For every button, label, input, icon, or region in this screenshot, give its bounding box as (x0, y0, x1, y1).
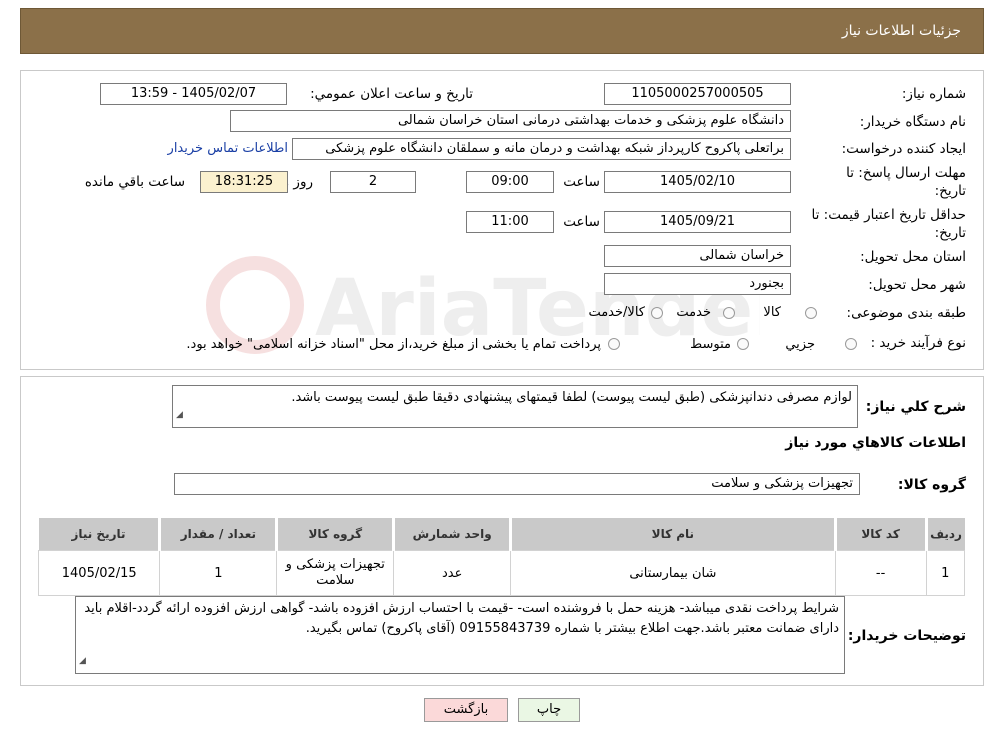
cell-goods-group: تجهيزات پزشکی و سلامت (276, 550, 395, 596)
remaining-label: ساعت باقي مانده (84, 174, 185, 190)
buyer-notes-label: توضيحات خريدار: (847, 628, 966, 644)
category-goods-label: کالا (763, 305, 781, 320)
deadline-label: مهلت ارسال پاسخ: تا تاريخ: (846, 165, 966, 199)
category-goods-service-label: کالا/خدمت (588, 305, 645, 320)
buyer-notes-text: شرایط پرداخت نقدی میباشد- هزینه حمل با ف… (84, 601, 839, 636)
process-treasury-checkbox[interactable] (608, 338, 620, 350)
cell-row-number: 1 (925, 550, 966, 596)
buyer-notes-textarea: شرایط پرداخت نقدی میباشد- هزینه حمل با ف… (75, 596, 845, 674)
category-service-label: خدمت (676, 305, 711, 320)
col-unit: واحد شمارش (392, 518, 511, 551)
items-section-title: اطلاعات کالاهاي مورد نياز (785, 435, 966, 451)
buyer-org-label: نام دستگاه خريدار: (859, 114, 966, 130)
validity-time-label: ساعت (563, 214, 600, 230)
col-goods-code: کد کالا (833, 518, 927, 551)
items-table: رديف کد کالا نام کالا واحد شمارش گروه کا… (37, 518, 966, 596)
requester-label: ايجاد کننده درخواست: (841, 141, 966, 157)
process-minor-radio[interactable] (845, 338, 857, 350)
cell-goods-code: -- (834, 550, 927, 596)
description-text: لوازم مصرفی دندانپزشکی (طبق لیست پیوست) … (291, 390, 852, 405)
announce-field: 1405/02/07 - 13:59 (100, 83, 287, 105)
deadline-time-label: ساعت (563, 174, 600, 190)
days-field: 2 (330, 171, 416, 193)
resize-grip-icon[interactable]: ◢ (79, 651, 86, 671)
back-button[interactable]: بازگشت (424, 698, 508, 722)
page-header: جزئيات اطلاعات نياز (20, 8, 984, 54)
process-note: پرداخت تمام يا بخشی از مبلغ خريد،از محل … (186, 337, 601, 352)
cell-unit: عدد (393, 550, 512, 596)
requester-field: براتعلی پاکروح کارپرداز شبکه بهداشت و در… (292, 138, 791, 160)
validity-time-field: 11:00 (466, 211, 554, 233)
col-quantity: تعداد / مقدار (158, 518, 277, 551)
resize-grip-icon[interactable]: ◢ (176, 405, 183, 425)
process-medium-label: متوسط (690, 337, 731, 352)
category-goods-service-radio[interactable] (651, 307, 663, 319)
category-label: طبقه بندی موضوعی: (846, 305, 966, 321)
print-button[interactable]: چاپ (518, 698, 580, 722)
process-minor-label: جزيي (785, 337, 815, 352)
cell-quantity: 1 (159, 550, 278, 596)
description-label: شرح کلي نياز: (865, 399, 966, 415)
deadline-time-field: 09:00 (466, 171, 554, 193)
buyer-org-field: دانشگاه علوم پزشکی و خدمات بهداشتی درمان… (230, 110, 791, 132)
city-field: بجنورد (604, 273, 791, 295)
description-textarea: لوازم مصرفی دندانپزشکی (طبق لیست پیوست) … (172, 385, 858, 428)
goods-group-field: تجهيزات پزشکی و سلامت (174, 473, 860, 495)
goods-group-label: گروه کالا: (897, 477, 966, 493)
col-goods-name: نام کالا (509, 518, 836, 551)
announce-label: تاريخ و ساعت اعلان عمومي: (310, 86, 473, 102)
validity-date-field: 1405/09/21 (604, 211, 791, 233)
city-label: شهر محل تحويل: (868, 277, 966, 293)
province-field: خراسان شمالی (604, 245, 791, 267)
province-label: استان محل تحويل: (860, 249, 966, 265)
need-number-label: شماره نياز: (901, 86, 966, 102)
table-header-row: رديف کد کالا نام کالا واحد شمارش گروه کا… (38, 518, 965, 551)
category-service-radio[interactable] (723, 307, 735, 319)
col-goods-group: گروه کالا (275, 518, 394, 551)
col-row-number: رديف (924, 518, 965, 551)
cell-goods-name: شان بيمارستانی (510, 550, 836, 596)
col-need-date: تاريخ نياز (38, 518, 160, 551)
process-medium-radio[interactable] (737, 338, 749, 350)
process-label: نوع فرآيند خريد : (870, 335, 966, 351)
category-goods-radio[interactable] (805, 307, 817, 319)
remaining-time-field: 18:31:25 (200, 171, 288, 193)
deadline-date-field: 1405/02/10 (604, 171, 791, 193)
need-number-field: 1105000257000505 (604, 83, 791, 105)
contact-info-link[interactable]: اطلاعات تماس خريدار (168, 141, 288, 156)
validity-label: حداقل تاريخ اعتبار قيمت: تا تاريخ: (811, 207, 966, 241)
cell-need-date: 1405/02/15 (37, 550, 161, 596)
table-row: 1 -- شان بيمارستانی عدد تجهيزات پزشکی و … (37, 550, 966, 596)
page-title: جزئيات اطلاعات نياز (841, 23, 961, 39)
